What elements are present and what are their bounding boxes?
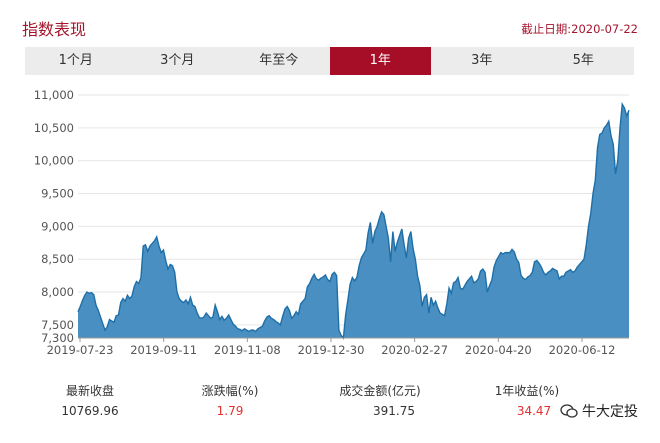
stat-label-turnover: 成交金额(亿元) bbox=[339, 384, 421, 398]
tab-3-months[interactable]: 3个月 bbox=[127, 47, 229, 75]
tab-1-month[interactable]: 1个月 bbox=[25, 47, 127, 75]
stat-label-1y-return: 1年收益(%) bbox=[494, 384, 560, 398]
tab-1-year[interactable]: 1年 bbox=[329, 47, 431, 75]
y-tick-label: 11,000 bbox=[34, 88, 74, 102]
y-tick-label: 9,500 bbox=[41, 187, 74, 201]
area-fill bbox=[78, 104, 629, 338]
x-tick-label: 2019-09-11 bbox=[130, 343, 197, 357]
x-tick-label: 2019-11-08 bbox=[214, 343, 281, 357]
index-area-chart: 7,3007,5008,0008,5009,0009,50010,00010,5… bbox=[34, 88, 630, 357]
x-tick-label: 2019-07-23 bbox=[47, 343, 114, 357]
stat-label-close: 最新收盘 bbox=[65, 384, 115, 398]
tab-ytd[interactable]: 年至今 bbox=[228, 47, 330, 75]
stat-value-turnover: 391.75 bbox=[373, 404, 415, 418]
stat-value-1y-return: 34.47 bbox=[516, 404, 552, 418]
stat-label-change: 涨跌幅(%) bbox=[201, 384, 259, 398]
wechat-icon bbox=[560, 404, 578, 418]
y-tick-label: 9,000 bbox=[41, 219, 74, 233]
watermark-text: 牛大定投 bbox=[582, 404, 638, 420]
tab-5-years[interactable]: 5年 bbox=[533, 47, 635, 75]
page-title: 指数表现 bbox=[22, 20, 87, 39]
y-tick-label: 10,500 bbox=[34, 121, 74, 135]
as-of-date: 截止日期:2020-07-22 bbox=[521, 22, 638, 36]
stat-value-change: 1.79 bbox=[216, 404, 244, 418]
x-tick-label: 2020-06-12 bbox=[549, 343, 616, 357]
x-tick-label: 2020-02-27 bbox=[381, 343, 448, 357]
x-tick-label: 2020-04-20 bbox=[465, 343, 532, 357]
y-tick-label: 8,000 bbox=[41, 285, 74, 299]
stat-value-close: 10769.96 bbox=[61, 404, 119, 418]
watermark: 牛大定投 bbox=[560, 401, 638, 421]
y-tick-label: 10,000 bbox=[34, 154, 74, 168]
y-tick-label: 7,500 bbox=[41, 318, 74, 332]
period-tabs: 1个月 3个月 年至今 1年 3年 5年 bbox=[25, 47, 634, 75]
y-tick-label: 8,500 bbox=[41, 252, 74, 266]
x-tick-label: 2019-12-30 bbox=[298, 343, 365, 357]
tab-3-years[interactable]: 3年 bbox=[431, 47, 533, 75]
